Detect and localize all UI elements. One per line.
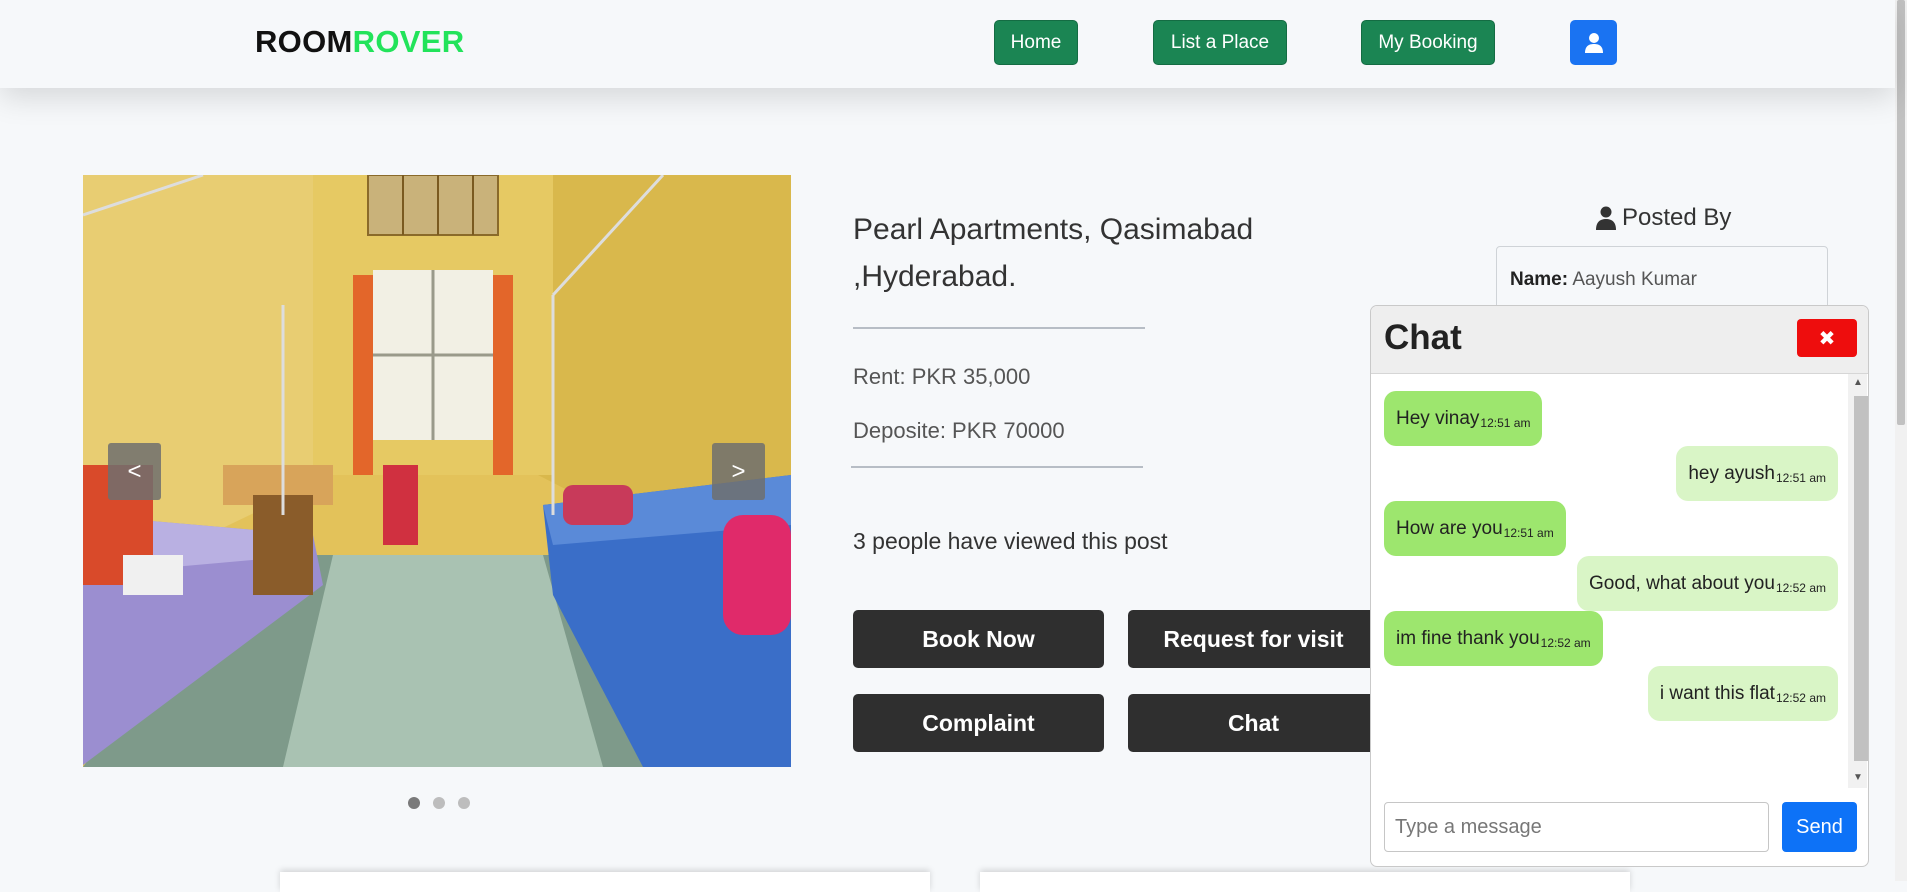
message-time: 12:51 am [1480,415,1531,430]
navbar: ROOMROVER Home List a Place My Booking [0,0,1895,88]
room-image-carousel: < > [83,175,791,767]
nav-my-booking-button[interactable]: My Booking [1361,20,1495,65]
book-now-button[interactable]: Book Now [853,610,1104,668]
poster-name: Name: Aayush Kumar [1510,269,1697,291]
request-visit-button[interactable]: Request for visit [1128,610,1379,668]
posted-by-heading: Posted By [1596,204,1731,232]
message-time: 12:52 am [1540,635,1591,650]
chat-scrollbar-thumb[interactable] [1854,396,1868,761]
page-scrollbar-thumb[interactable] [1897,0,1905,425]
chat-message: i want this flat 12:52 am [1647,666,1838,721]
poster-name-label: Name: [1510,269,1569,290]
message-text: Hey vinay [1396,407,1480,429]
nav-home-button[interactable]: Home [994,20,1078,65]
chat-header: Chat ✖ [1371,306,1868,374]
message-time: 12:51 am [1775,470,1826,485]
divider [851,466,1143,468]
property-title: Pearl Apartments, Qasimabad ,Hyderabad. [853,213,1254,293]
chat-message-input[interactable] [1384,802,1769,852]
posted-by-label: Posted By [1622,204,1732,231]
chat-message: Good, what about you 12:52 am [1577,556,1838,611]
message-time: 12:52 am [1775,580,1826,595]
user-profile-button[interactable] [1570,20,1617,65]
divider [853,327,1145,329]
brand-part-1: ROOM [255,24,353,59]
nav-list-place-button[interactable]: List a Place [1153,20,1287,65]
message-text: How are you [1396,517,1503,539]
listing-card [980,872,1630,892]
brand-logo[interactable]: ROOMROVER [255,24,464,60]
chat-message: hey ayush 12:51 am [1676,446,1838,501]
chat-close-button[interactable]: ✖ [1797,319,1857,357]
carousel-next-button[interactable]: > [712,443,765,500]
listing-card [280,872,930,892]
view-count-text: 3 people have viewed this post [853,528,1168,554]
room-photo [83,175,791,767]
message-text: i want this flat [1659,682,1775,704]
chat-messages[interactable]: Hey vinay 12:51 am hey ayush 12:51 am How … [1371,374,1848,788]
message-text: im fine thank you [1396,627,1540,649]
deposit-text: Deposite: PKR 70000 [853,418,1065,443]
chat-panel: Chat ✖ Hey vinay 12:51 am hey ayush 12:51 … [1370,305,1869,867]
complaint-button[interactable]: Complaint [853,694,1104,752]
chat-message: im fine thank you 12:52 am [1384,611,1603,666]
user-icon [1584,32,1603,53]
message-time: 12:51 am [1503,525,1554,540]
scroll-up-icon[interactable]: ▲ [1853,377,1863,388]
message-text: hey ayush [1688,462,1775,484]
chat-title: Chat [1384,318,1462,357]
user-icon [1596,206,1616,230]
carousel-indicator-2[interactable] [433,797,445,809]
scroll-down-icon[interactable]: ▼ [1853,772,1863,783]
message-time: 12:52 am [1775,690,1826,705]
carousel-indicator-3[interactable] [458,797,470,809]
send-button[interactable]: Send [1782,802,1857,852]
chat-message: Hey vinay 12:51 am [1384,391,1543,446]
carousel-prev-button[interactable]: < [108,443,161,500]
brand-part-2: ROVER [352,24,465,59]
message-text: Good, what about you [1589,572,1775,594]
poster-name-value: Aayush Kumar [1572,269,1697,290]
carousel-indicators [408,797,470,809]
rent-text: Rent: PKR 35,000 [853,364,1031,389]
chat-button[interactable]: Chat [1128,694,1379,752]
chat-message: How are you 12:51 am [1384,501,1566,556]
carousel-indicator-1[interactable] [408,797,420,809]
